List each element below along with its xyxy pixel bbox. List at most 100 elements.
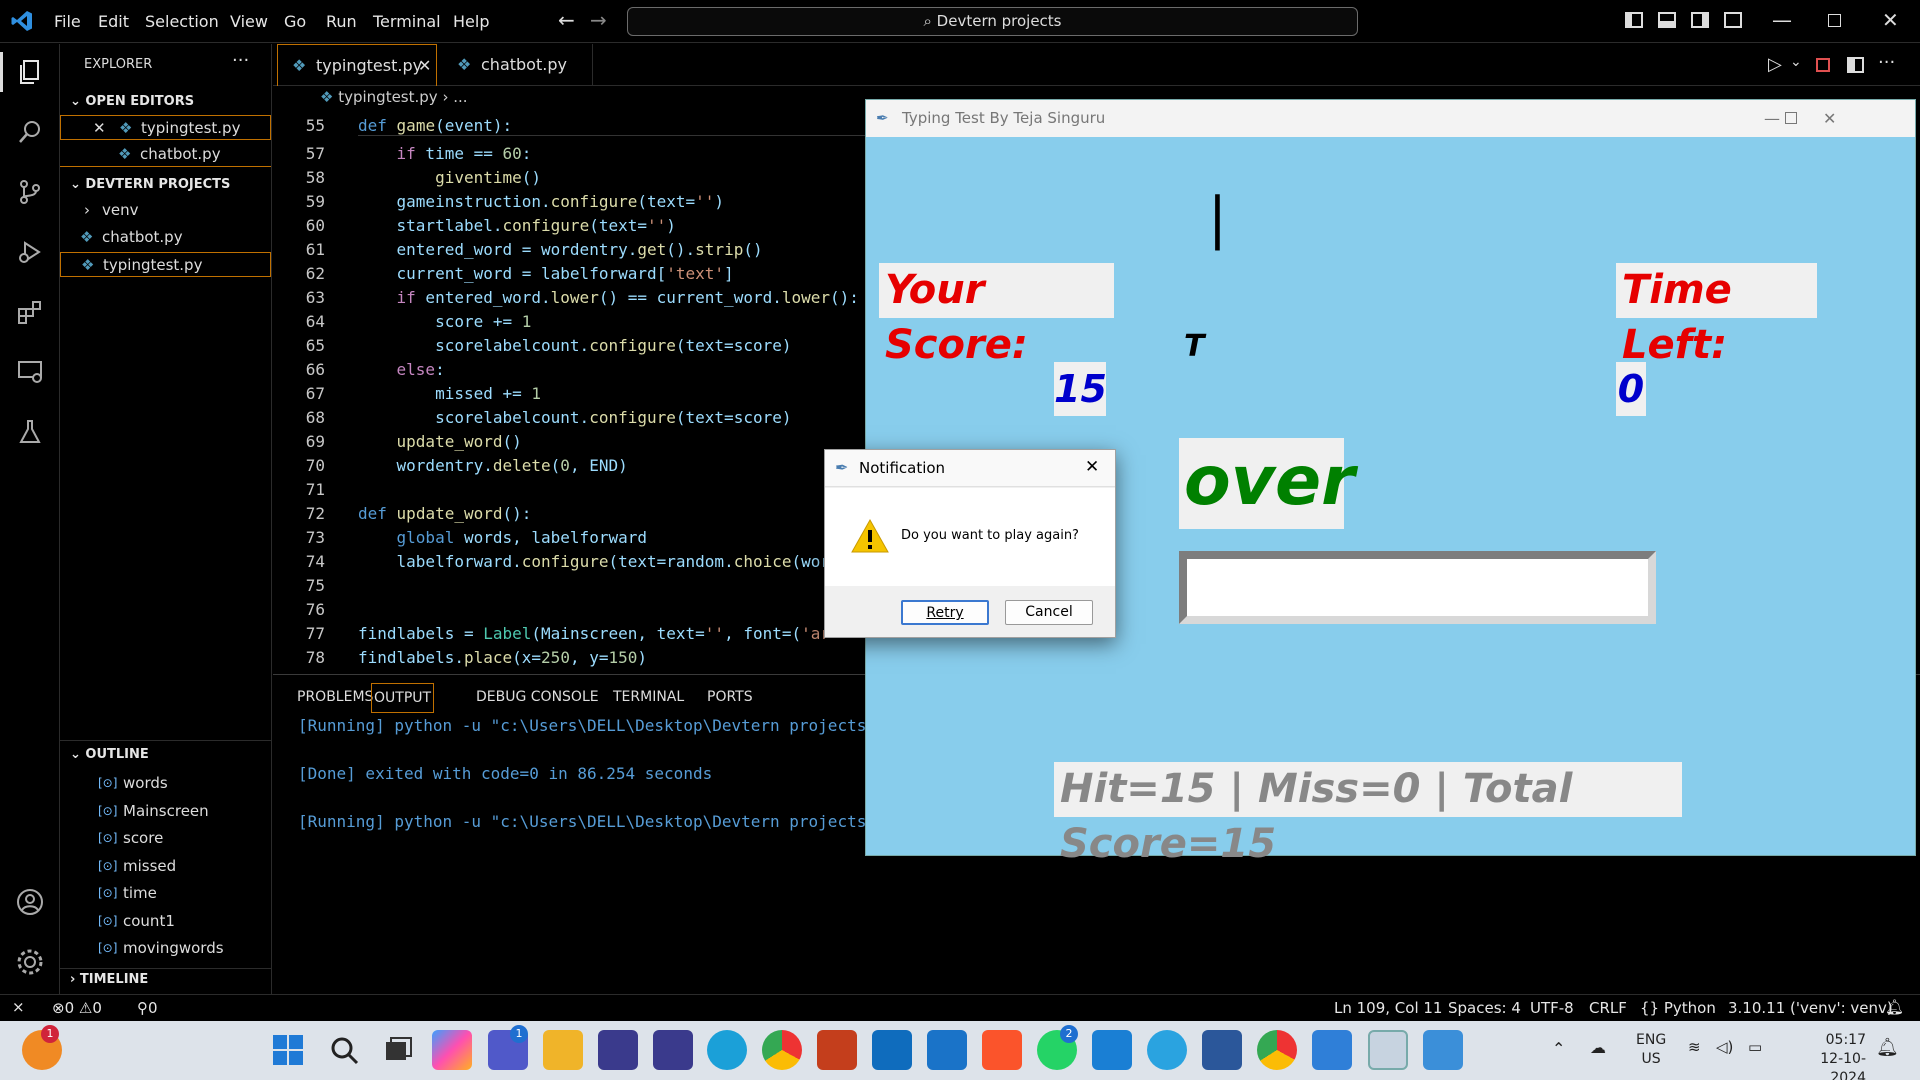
outline-item[interactable]: [⊙] Mainscreen — [60, 799, 271, 824]
cursor-position[interactable]: Ln 109, Col 11 — [1334, 999, 1442, 1017]
close-window-icon[interactable]: ✕ — [1823, 100, 1836, 137]
outline-item[interactable]: [⊙] count1 — [60, 909, 271, 934]
encoding[interactable]: UTF-8 — [1530, 999, 1574, 1017]
close-tab-icon[interactable]: ✕ — [418, 45, 431, 87]
line-ending[interactable]: CRLF — [1589, 999, 1627, 1017]
notification-center-icon[interactable]: 🔔︎ — [1876, 1037, 1899, 1058]
app-icon[interactable] — [653, 1030, 693, 1070]
tab-chatbot[interactable]: ❖ chatbot.py — [441, 44, 593, 86]
menu-help[interactable]: Help — [453, 12, 489, 31]
tab-output[interactable]: OUTPUT — [371, 683, 435, 713]
close-editor-icon[interactable]: ✕ — [93, 116, 106, 141]
telegram-icon[interactable] — [1147, 1030, 1187, 1070]
start-icon[interactable] — [268, 1030, 308, 1070]
toggle-secondary-sidebar-icon[interactable] — [1691, 12, 1709, 28]
outline-item[interactable]: [⊙] time — [60, 881, 271, 906]
tree-item-chatbot[interactable]: ❖ chatbot.py — [60, 225, 271, 250]
outline-header[interactable]: ⌄ OUTLINE — [70, 747, 149, 762]
outline-item[interactable]: [⊙] score — [60, 826, 271, 851]
more-actions-icon[interactable]: ··· — [232, 50, 249, 71]
customize-layout-icon[interactable] — [1724, 12, 1742, 28]
forward-arrow-icon[interactable]: → — [590, 8, 607, 32]
menu-run[interactable]: Run — [326, 12, 357, 31]
stop-icon[interactable] — [1816, 58, 1830, 72]
toggle-panel-icon[interactable] — [1658, 12, 1676, 28]
breadcrumb-file[interactable]: typingtest.py — [338, 88, 437, 106]
chrome-icon[interactable] — [762, 1030, 802, 1070]
outline-item[interactable]: [⊙] missed — [60, 854, 271, 879]
open-editor-typingtest[interactable]: ✕ ❖ typingtest.py — [60, 115, 271, 140]
edge-icon[interactable] — [707, 1030, 747, 1070]
onedrive-icon[interactable]: ☁ — [1590, 1038, 1606, 1057]
language-mode[interactable]: {} Python — [1640, 999, 1716, 1017]
menu-view[interactable]: View — [230, 12, 268, 31]
command-center-search[interactable]: ⌕ Devtern projects — [627, 7, 1358, 36]
menu-terminal[interactable]: Terminal — [373, 12, 441, 31]
run-debug-icon[interactable] — [10, 232, 50, 272]
remote-explorer-icon[interactable] — [10, 352, 50, 392]
open-editor-chatbot[interactable]: ❖ chatbot.py — [60, 142, 271, 167]
more-actions-icon[interactable]: ··· — [1878, 52, 1895, 73]
tab-typingtest[interactable]: ❖ typingtest.py ✕ — [277, 44, 437, 86]
taskbar-search-icon[interactable] — [324, 1030, 364, 1070]
show-hidden-icons-chevron-icon[interactable]: ⌃ — [1552, 1039, 1565, 1058]
run-file-icon[interactable]: ▷ — [1768, 54, 1782, 75]
menu-go[interactable]: Go — [284, 12, 306, 31]
ports-indicator[interactable]: ⚲0 — [137, 999, 158, 1017]
notepad-icon[interactable] — [1312, 1030, 1352, 1070]
tree-item-typingtest[interactable]: ❖ typingtest.py — [60, 252, 271, 277]
restore-window-icon[interactable] — [1828, 14, 1841, 27]
retry-button[interactable]: Retry — [901, 600, 989, 625]
explorer-icon[interactable] — [10, 52, 50, 92]
brave-icon[interactable] — [982, 1030, 1022, 1070]
outlook-icon[interactable] — [872, 1030, 912, 1070]
testing-flask-icon[interactable] — [10, 412, 50, 452]
extensions-icon[interactable] — [10, 292, 50, 332]
menu-file[interactable]: File — [54, 12, 81, 31]
menu-selection[interactable]: Selection — [145, 12, 219, 31]
chevron-down-icon[interactable]: ⌄ — [1790, 54, 1802, 70]
file-explorer-icon[interactable] — [543, 1030, 583, 1070]
outline-item[interactable]: [⊙] words — [60, 771, 271, 796]
breadcrumb-rest[interactable]: ... — [453, 88, 467, 106]
manage-gear-icon[interactable] — [10, 942, 50, 982]
clock[interactable]: 05:17 12-10-2024 — [1786, 1031, 1866, 1080]
source-control-icon[interactable] — [10, 172, 50, 212]
app-icon[interactable] — [598, 1030, 638, 1070]
close-dialog-icon[interactable]: ✕ — [1085, 457, 1099, 477]
tab-debug-console[interactable]: DEBUG CONSOLE — [476, 689, 599, 705]
remote-indicator-icon[interactable]: ⨯ — [12, 998, 25, 1016]
battery-icon[interactable]: ▭ — [1748, 1038, 1762, 1056]
menu-edit[interactable]: Edit — [98, 12, 129, 31]
indentation[interactable]: Spaces: 4 — [1448, 999, 1521, 1017]
input-language[interactable]: ENG US — [1636, 1031, 1666, 1069]
wifi-icon[interactable]: ≋ — [1688, 1038, 1701, 1056]
app-icon[interactable] — [1423, 1030, 1463, 1070]
open-editors-header[interactable]: ⌄ OPEN EDITORS — [70, 94, 194, 109]
tab-terminal[interactable]: TERMINAL — [613, 689, 684, 705]
accounts-icon[interactable] — [10, 882, 50, 922]
powerpoint-icon[interactable] — [817, 1030, 857, 1070]
toggle-sidebar-icon[interactable] — [1625, 12, 1643, 28]
project-header[interactable]: ⌄ DEVTERN PROJECTS — [70, 177, 230, 192]
notifications-bell-icon[interactable]: 🔔︎ — [1885, 998, 1904, 1016]
outline-item[interactable]: [⊙] movingwords — [60, 936, 271, 961]
close-window-icon[interactable]: ✕ — [1882, 8, 1899, 32]
minimize-window-icon[interactable]: — — [1764, 100, 1780, 137]
back-arrow-icon[interactable]: ← — [558, 8, 575, 32]
copilot-icon[interactable] — [432, 1030, 472, 1070]
task-view-icon[interactable] — [378, 1030, 418, 1070]
tab-problems[interactable]: PROBLEMS — [297, 689, 373, 705]
tab-ports[interactable]: PORTS — [707, 689, 753, 705]
tree-item-venv[interactable]: › venv — [60, 198, 271, 223]
minimize-window-icon[interactable]: — — [1772, 8, 1792, 32]
volume-icon[interactable]: ◁) — [1716, 1038, 1733, 1056]
cancel-button[interactable]: Cancel — [1005, 600, 1093, 625]
maximize-window-icon[interactable] — [1785, 112, 1797, 124]
word-entry-input[interactable] — [1179, 551, 1656, 624]
timeline-header[interactable]: › TIMELINE — [70, 972, 148, 987]
word-icon[interactable] — [1202, 1030, 1242, 1070]
python-tk-icon[interactable] — [1368, 1030, 1408, 1070]
vscode-icon[interactable] — [1092, 1030, 1132, 1070]
problems-indicator[interactable]: ⊗0 ⚠0 — [52, 999, 102, 1017]
